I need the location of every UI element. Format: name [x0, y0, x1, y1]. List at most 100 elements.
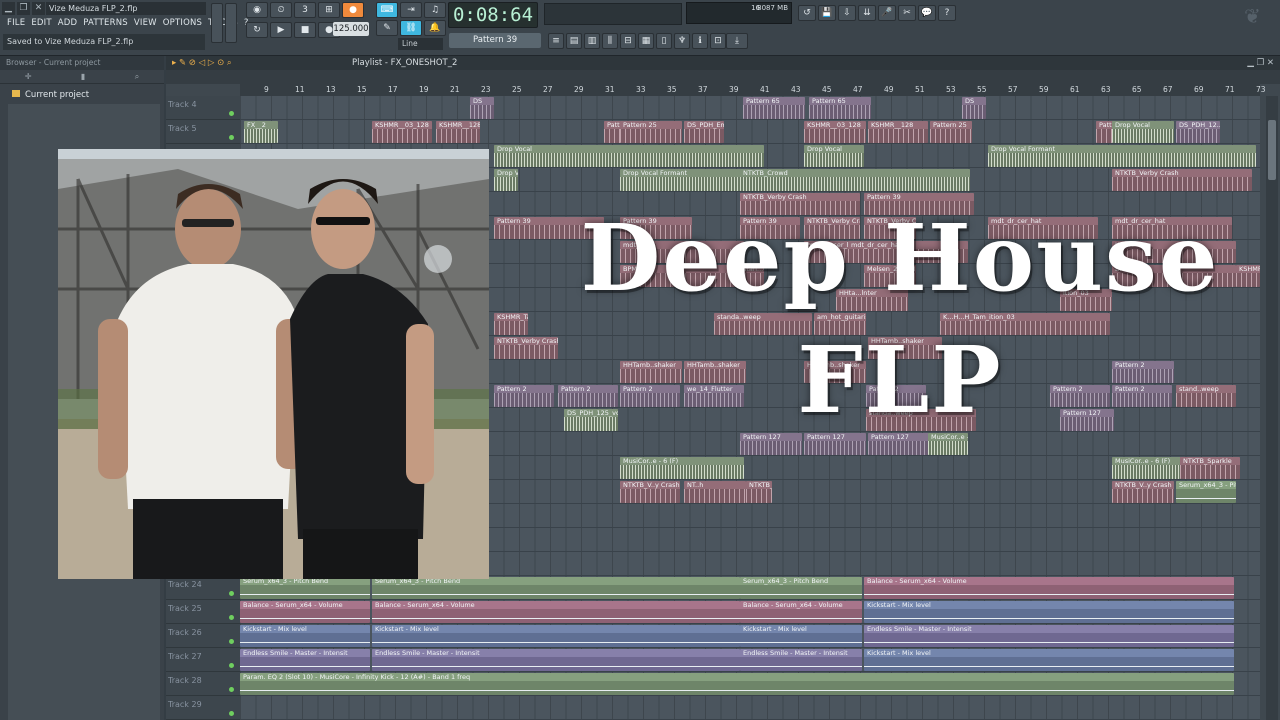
track-header[interactable]: Track 4: [166, 96, 240, 120]
menu-edit[interactable]: EDIT: [28, 17, 54, 30]
playlist-clip[interactable]: Serum_x64_3 - Pitch Bend: [372, 577, 740, 599]
playlist-clip[interactable]: Drop Vocal Formant: [494, 169, 518, 191]
playlist-clip[interactable]: MusiCor..e - 6 (F): [620, 457, 644, 479]
playlist-clip[interactable]: Pattern 25: [930, 121, 972, 143]
track-header[interactable]: Track 25: [166, 600, 240, 624]
collapse-icon[interactable]: ✛: [25, 70, 32, 83]
playlist-clip[interactable]: FX__2: [244, 121, 278, 143]
playlist-clip[interactable]: DS: [962, 97, 986, 119]
master-pitch-slider[interactable]: [225, 3, 237, 43]
playlist-clip[interactable]: DS_PDH_12..pler: [1176, 121, 1220, 143]
playlist-clip[interactable]: Kickstart - Mix level: [740, 625, 862, 647]
automation-curve[interactable]: [240, 642, 370, 643]
playlist-clip[interactable]: Pattern 127: [868, 433, 930, 455]
playlist-clip[interactable]: Balance - Serum_x64 - Volume: [864, 577, 1234, 599]
automation-curve[interactable]: [864, 642, 1234, 643]
blend-notes-icon[interactable]: ♫: [424, 2, 446, 18]
playlist-clip[interactable]: Balance - Serum_x64 - Volume: [372, 601, 740, 623]
playlist-clip[interactable]: KSHMR__03_128: [804, 121, 866, 143]
automation-curve[interactable]: [372, 642, 740, 643]
track-header[interactable]: Track 24: [166, 576, 240, 600]
automation-curve[interactable]: [740, 666, 862, 667]
automation-curve[interactable]: [372, 618, 740, 619]
playlist-clip[interactable]: Pattern 127: [804, 433, 866, 455]
playlist-clip[interactable]: Pattern 65: [809, 97, 871, 119]
tempo-display[interactable]: 125.000: [333, 22, 369, 36]
automation-curve[interactable]: [1176, 498, 1236, 499]
playlist-clip[interactable]: NTKTB_Sparkle: [746, 481, 772, 503]
plugin-database-icon[interactable]: ▯: [656, 33, 672, 49]
playlist-clip[interactable]: Serum_x64_3 - Pitch Bend: [240, 577, 370, 599]
playlist-clip[interactable]: DS: [470, 97, 494, 119]
microphone-icon[interactable]: 🎤: [878, 5, 896, 21]
undo-icon[interactable]: ↺: [798, 5, 816, 21]
playlist-clip[interactable]: NTKTB_V..y Crash: [1112, 481, 1174, 503]
mixer-icon[interactable]: ⫼: [602, 33, 618, 49]
automation-curve[interactable]: [864, 618, 1234, 619]
automation-curve[interactable]: [864, 666, 1234, 667]
save-icon[interactable]: 💾: [818, 5, 836, 21]
automation-curve[interactable]: [740, 618, 862, 619]
chat-icon[interactable]: 💬: [918, 5, 936, 21]
play-icon[interactable]: ▶: [270, 22, 292, 38]
track-header[interactable]: Track 29: [166, 696, 240, 720]
link-icon[interactable]: ⛓: [400, 20, 422, 36]
track-header[interactable]: Track 27: [166, 648, 240, 672]
menu-patterns[interactable]: PATTERNS: [80, 17, 131, 30]
playlist-clip[interactable]: MusiCor..e - 6 (F): [928, 433, 968, 455]
playlist-clip[interactable]: Param. EQ 2 (Slot 10) - MusiCore - Infin…: [240, 673, 1234, 695]
help-icon[interactable]: ?: [938, 5, 956, 21]
track-mute-led[interactable]: [229, 591, 234, 596]
snap-selector[interactable]: Line: [398, 38, 443, 50]
metronome-icon[interactable]: ⏲: [270, 2, 292, 18]
playlist-clip[interactable]: Drop Vocal Formant: [620, 169, 760, 191]
step-edit-button[interactable]: ⊞: [318, 2, 340, 18]
track-mute-led[interactable]: [229, 663, 234, 668]
playlist-clip[interactable]: Pattern 127: [740, 433, 802, 455]
playlist-clip[interactable]: Pattern 25: [620, 121, 682, 143]
playlist-clip[interactable]: Drop Vocal: [804, 145, 864, 167]
playlist-clip[interactable]: Kickstart - Mix level: [864, 601, 1234, 623]
playlist-lane[interactable]: Param. EQ 2 (Slot 10) - MusiCore - Infin…: [240, 672, 1260, 696]
playlist-lane[interactable]: DS Pattern 65 Pattern 65 DS: [240, 96, 1260, 120]
playlist-clip[interactable]: KSHMR__128: [436, 121, 480, 143]
playlist-clip[interactable]: Balance - Serum_x64 - Volume: [740, 601, 862, 623]
track-mute-led[interactable]: [229, 711, 234, 716]
project-info-icon[interactable]: ℹ: [692, 33, 708, 49]
playlist-clip[interactable]: Endless Smile - Master - Intensit: [740, 649, 862, 671]
track-mute-led[interactable]: [229, 639, 234, 644]
browser-item-current-project[interactable]: Current project: [0, 88, 164, 102]
close-icon[interactable]: ✕: [32, 2, 45, 15]
touch-keyboard-icon[interactable]: ♆: [674, 33, 690, 49]
playlist-clip[interactable]: NT..h: [684, 481, 746, 503]
automation-curve[interactable]: [740, 594, 862, 595]
song-time-display[interactable]: 0:08:64: [448, 2, 538, 28]
bell-icon[interactable]: 🔔: [424, 20, 446, 36]
track-header[interactable]: Track 26: [166, 624, 240, 648]
browser-icon[interactable]: ▦: [638, 33, 654, 49]
playlist-clip[interactable]: Serum_x64_3 - Pitch Bend: [740, 577, 862, 599]
playlist-clip[interactable]: Endless Smile - Master - Intensit: [240, 649, 370, 671]
scroll-thumb[interactable]: [1268, 120, 1276, 180]
minimize-icon[interactable]: ▁: [2, 2, 15, 15]
playlist-clip[interactable]: DS_PDH_Emin #3: [684, 121, 724, 143]
playlist-clip[interactable]: Drop Vocal Formant: [988, 145, 1256, 167]
playlist-lane[interactable]: [240, 696, 1260, 720]
playlist-clip[interactable]: Balance - Serum_x64 - Volume: [240, 601, 370, 623]
stop-icon[interactable]: ■: [294, 22, 316, 38]
playlist-clip[interactable]: NTKTB_Crowd: [740, 169, 970, 191]
download-icon[interactable]: ⤓: [726, 33, 748, 49]
record-mode-icon[interactable]: ●: [342, 2, 364, 18]
restore-icon[interactable]: ❐: [17, 2, 30, 15]
menu-view[interactable]: VIEW: [131, 17, 160, 30]
cut-icon[interactable]: ✂: [898, 5, 916, 21]
folder-icon[interactable]: ▮: [81, 70, 85, 83]
playlist-clip[interactable]: Drop Vocal: [494, 145, 764, 167]
countdown-button[interactable]: 3: [294, 2, 316, 18]
automation-curve[interactable]: [740, 642, 862, 643]
wait-for-input-icon[interactable]: ⇥: [400, 2, 422, 18]
loop-record-icon[interactable]: ↻: [246, 22, 268, 38]
playlist-lane[interactable]: Balance - Serum_x64 - Volume Balance - Se…: [240, 600, 1260, 624]
automation-curve[interactable]: [372, 666, 740, 667]
automation-curve[interactable]: [240, 666, 370, 667]
